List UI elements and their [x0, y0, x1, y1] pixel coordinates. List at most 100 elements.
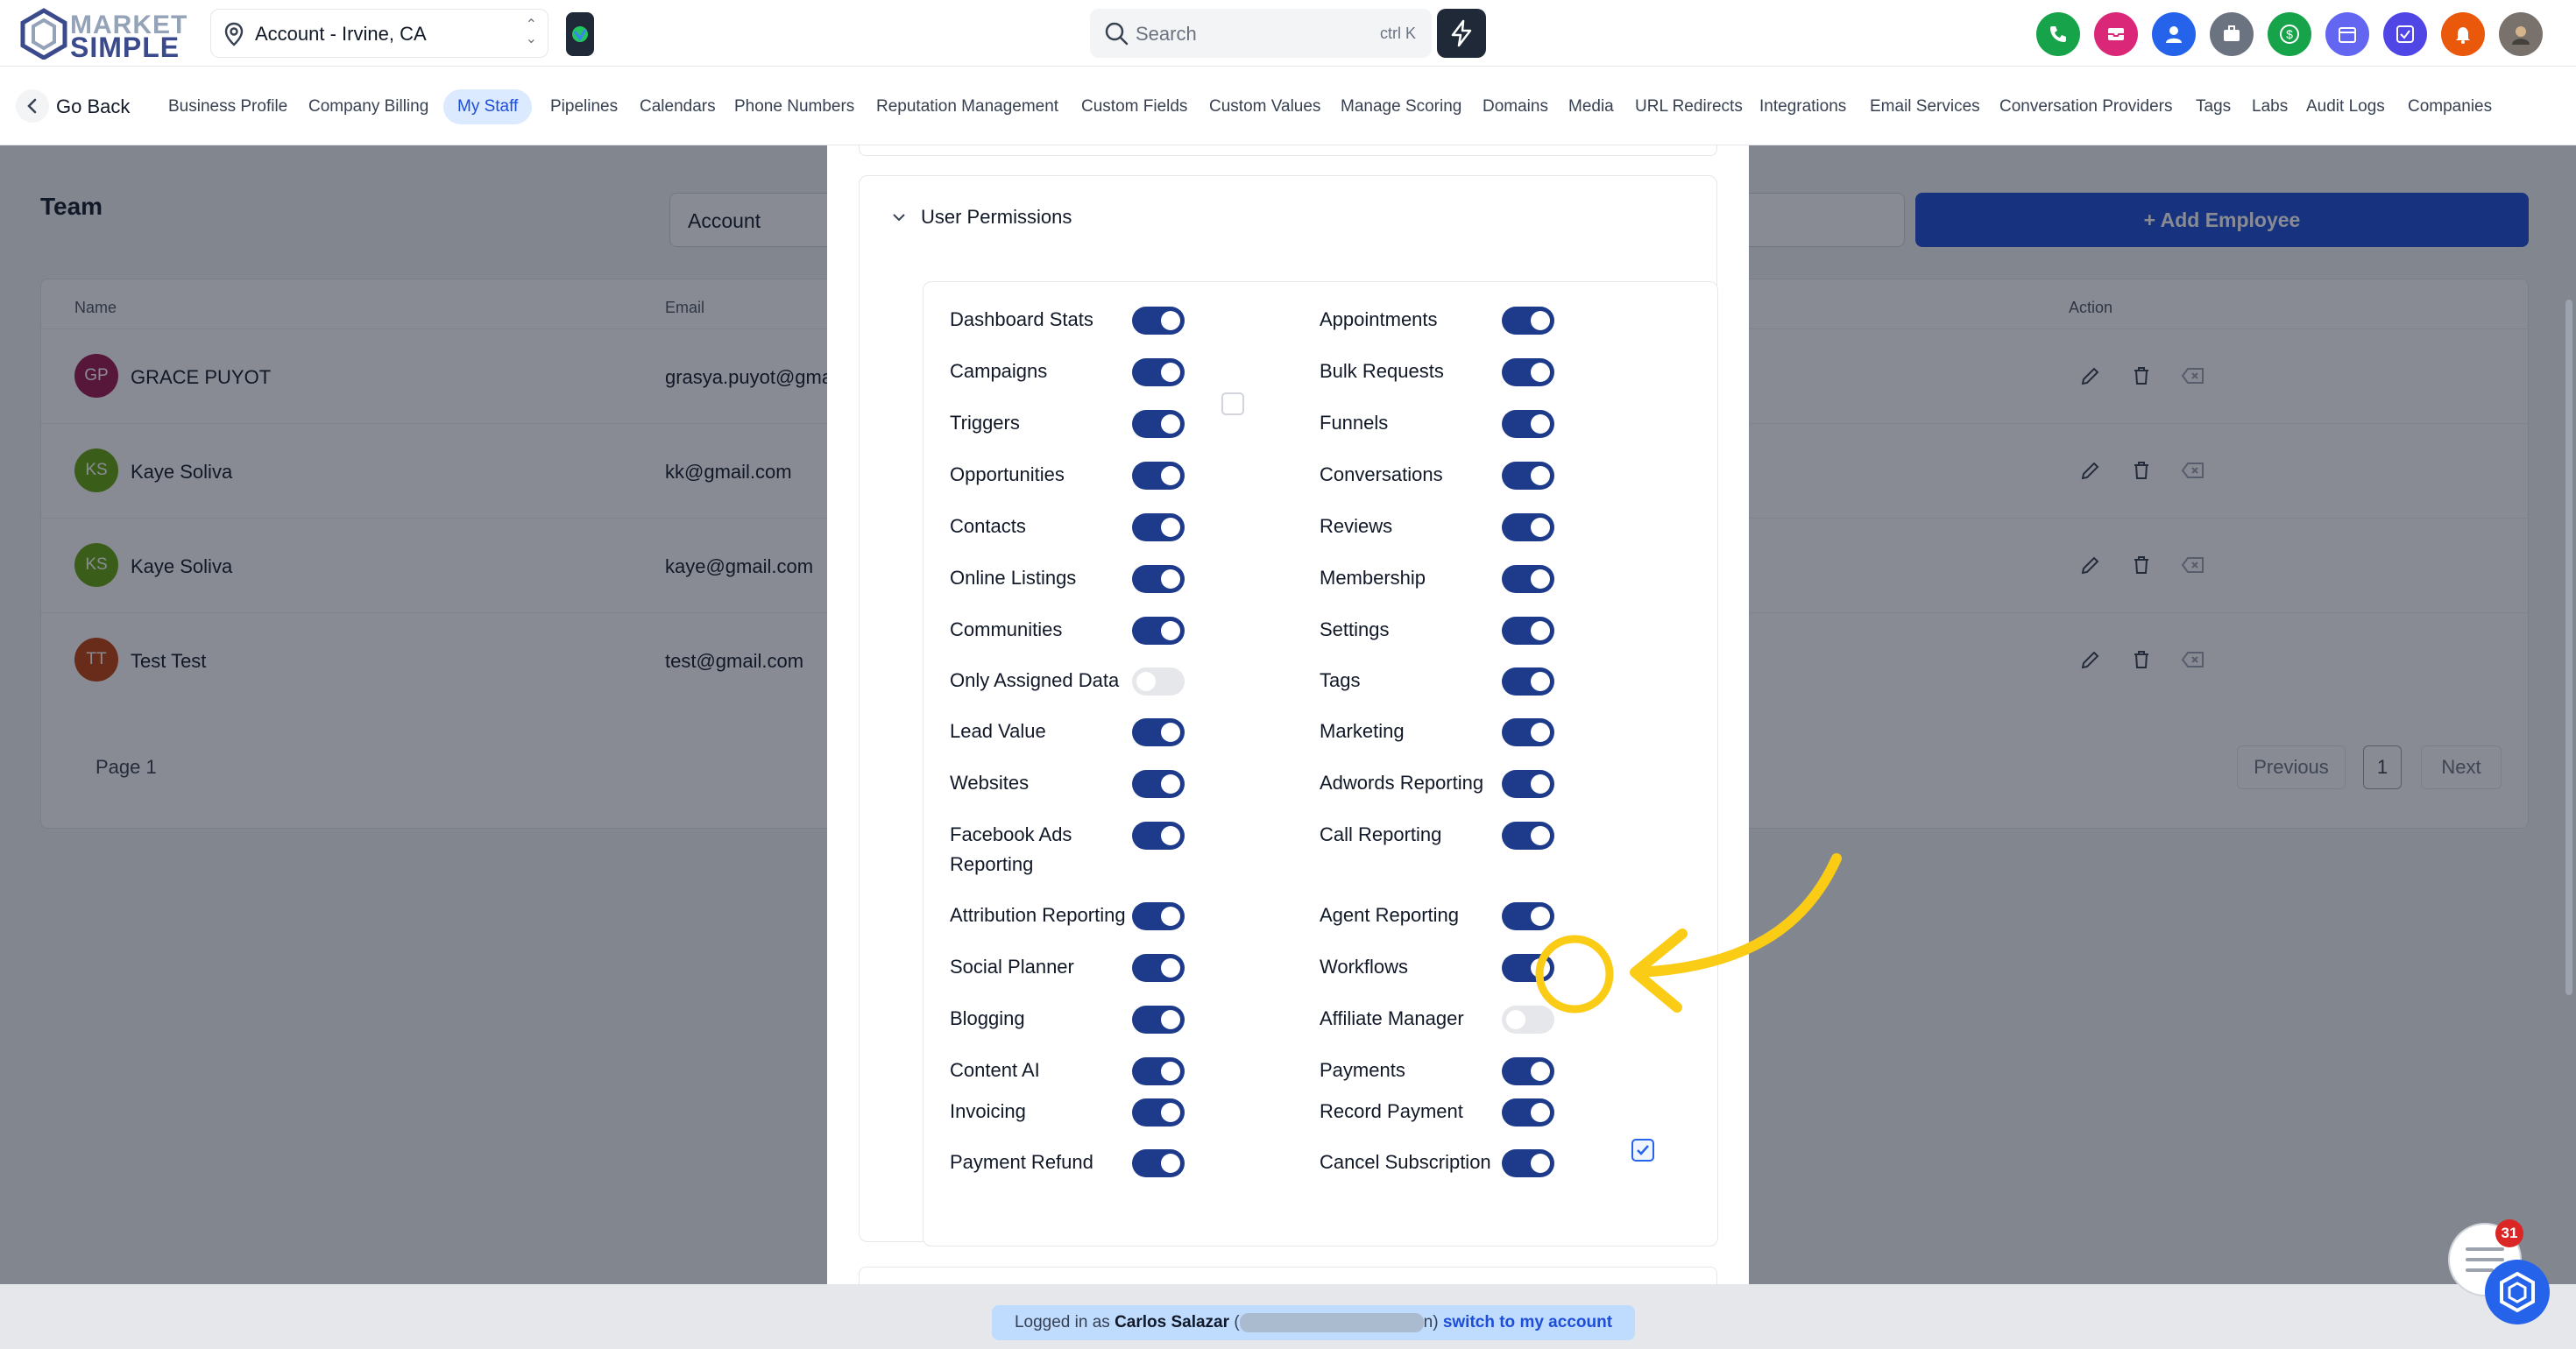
permission-toggle-social-planner[interactable]	[1132, 954, 1185, 982]
tab-custom-fields[interactable]: Custom Fields	[1067, 89, 1201, 124]
permission-toggle-invoicing[interactable]	[1132, 1098, 1185, 1127]
permission-label-communities: Communities	[950, 618, 1063, 640]
permission-toggle-adwords-reporting[interactable]	[1502, 770, 1554, 798]
permission-toggle-dashboard-stats[interactable]	[1132, 307, 1185, 335]
permission-toggle-contacts[interactable]	[1132, 513, 1185, 541]
permission-label-invoicing: Invoicing	[950, 1100, 1026, 1122]
dollar-icon[interactable]: $	[2268, 12, 2311, 56]
settings-nav: Go Back Business Profile Company Billing…	[0, 67, 2576, 145]
tab-domains[interactable]: Domains	[1468, 89, 1562, 124]
permission-toggle-marketing[interactable]	[1502, 718, 1554, 746]
permission-label-conversations: Conversations	[1320, 463, 1443, 485]
permission-label-record-payment: Record Payment	[1320, 1100, 1463, 1122]
permission-toggle-facebook-ads-reporting[interactable]	[1132, 822, 1185, 850]
tab-manage-scoring[interactable]: Manage Scoring	[1327, 89, 1476, 124]
logged-in-user: Carlos Salazar	[1115, 1313, 1230, 1331]
tab-url-redirects[interactable]: URL Redirects	[1621, 89, 1757, 124]
bell-icon[interactable]	[2441, 12, 2485, 56]
permission-toggle-content-ai[interactable]	[1132, 1057, 1185, 1085]
switch-account-link[interactable]: switch to my account	[1443, 1313, 1612, 1331]
logged-in-open: (	[1234, 1313, 1240, 1331]
permission-label-lead-value: Lead Value	[950, 720, 1046, 742]
permission-label-appointments: Appointments	[1320, 308, 1438, 330]
permission-toggle-settings[interactable]	[1502, 617, 1554, 645]
permission-toggle-communities[interactable]	[1132, 617, 1185, 645]
user-avatar[interactable]	[2499, 12, 2543, 56]
permission-label-workflows: Workflows	[1320, 956, 1409, 978]
tab-conversation-providers[interactable]: Conversation Providers	[1985, 89, 2186, 124]
search-bar[interactable]: Search ctrl K	[1090, 9, 1432, 58]
permission-label-affiliate-manager: Affiliate Manager	[1320, 1007, 1464, 1029]
app-launcher-icon[interactable]	[566, 12, 594, 56]
tab-media[interactable]: Media	[1554, 89, 1628, 124]
permission-label-cancel-subscription: Cancel Subscription	[1320, 1151, 1491, 1173]
tab-pipelines[interactable]: Pipelines	[536, 89, 632, 124]
chevron-left-icon	[16, 89, 49, 123]
tab-my-staff[interactable]: My Staff	[443, 89, 533, 124]
permission-toggle-campaigns[interactable]	[1132, 358, 1185, 386]
tab-companies[interactable]: Companies	[2394, 89, 2506, 124]
chevron-down-icon	[893, 214, 905, 222]
permission-toggle-cancel-subscription[interactable]	[1502, 1149, 1554, 1177]
tab-integrations[interactable]: Integrations	[1745, 89, 1860, 124]
permission-toggle-blogging[interactable]	[1132, 1006, 1185, 1034]
permission-toggle-tags[interactable]	[1502, 667, 1554, 696]
permission-toggle-websites[interactable]	[1132, 770, 1185, 798]
contacts-icon[interactable]	[2152, 12, 2196, 56]
permission-label-blogging: Blogging	[950, 1007, 1025, 1029]
permission-toggle-affiliate-manager[interactable]	[1502, 1006, 1554, 1034]
chevron-updown-icon: ⌃ ⌄	[525, 18, 537, 46]
permission-toggle-funnels[interactable]	[1502, 410, 1554, 438]
top-bar: MARKET SIMPLE Account - Irvine, CA ⌃ ⌄ Se…	[0, 0, 2576, 67]
logged-in-banner: Logged in as Carlos Salazar (n) switch t…	[992, 1305, 1635, 1340]
tab-tags[interactable]: Tags	[2182, 89, 2245, 124]
account-switcher[interactable]: Account - Irvine, CA ⌃ ⌄	[210, 9, 548, 58]
page-scrollbar[interactable]	[2565, 300, 2572, 995]
permission-toggle-workflows[interactable]	[1502, 954, 1554, 982]
campaigns-checkbox[interactable]	[1221, 392, 1244, 415]
permission-toggle-bulk-requests[interactable]	[1502, 358, 1554, 386]
permission-toggle-lead-value[interactable]	[1132, 718, 1185, 746]
svg-text:$: $	[2286, 27, 2293, 41]
tab-custom-values[interactable]: Custom Values	[1195, 89, 1334, 124]
permission-toggle-triggers[interactable]	[1132, 410, 1185, 438]
permission-toggle-payment-refund[interactable]	[1132, 1149, 1185, 1177]
tab-calendars[interactable]: Calendars	[626, 89, 730, 124]
permission-toggle-only-assigned-data[interactable]	[1132, 667, 1185, 696]
permission-label-dashboard-stats: Dashboard Stats	[950, 308, 1093, 330]
workflows-checkbox[interactable]	[1631, 1139, 1654, 1162]
edit-employee-modal: User Permissions Dashboard Stats Campaign…	[827, 145, 1749, 1293]
tasks-icon[interactable]	[2383, 12, 2427, 56]
permission-toggle-call-reporting[interactable]	[1502, 822, 1554, 850]
market-simple-logo[interactable]: MARKET SIMPLE	[18, 5, 193, 63]
inbox-icon[interactable]	[2094, 12, 2138, 56]
tab-email-services[interactable]: Email Services	[1856, 89, 1994, 124]
chat-logo-icon[interactable]	[2485, 1260, 2550, 1324]
permission-toggle-record-payment[interactable]	[1502, 1098, 1554, 1127]
permission-toggle-attribution-reporting[interactable]	[1132, 902, 1185, 930]
permission-toggle-online-listings[interactable]	[1132, 565, 1185, 593]
tab-audit-logs[interactable]: Audit Logs	[2292, 89, 2399, 124]
permission-label-reviews: Reviews	[1320, 515, 1393, 537]
tab-phone-numbers[interactable]: Phone Numbers	[720, 89, 868, 124]
permission-label-facebook-ads-reporting: Facebook Ads Reporting	[950, 823, 1072, 875]
tab-company-billing[interactable]: Company Billing	[294, 89, 442, 124]
permission-toggle-opportunities[interactable]	[1132, 462, 1185, 490]
permission-toggle-conversations[interactable]	[1502, 462, 1554, 490]
calendar-icon[interactable]	[2325, 12, 2369, 56]
briefcase-icon[interactable]	[2210, 12, 2254, 56]
chat-notification-badge: 31	[2495, 1219, 2523, 1247]
permission-toggle-agent-reporting[interactable]	[1502, 902, 1554, 930]
quick-actions-button[interactable]	[1437, 9, 1486, 58]
permission-toggle-membership[interactable]	[1502, 565, 1554, 593]
permission-label-attribution-reporting: Attribution Reporting	[950, 904, 1126, 926]
tab-reputation-management[interactable]: Reputation Management	[862, 89, 1072, 124]
permission-toggle-reviews[interactable]	[1502, 513, 1554, 541]
impersonation-bar: Logged in as Carlos Salazar (n) switch t…	[0, 1284, 2576, 1349]
permission-toggle-appointments[interactable]	[1502, 307, 1554, 335]
phone-icon[interactable]	[2036, 12, 2080, 56]
tab-business-profile[interactable]: Business Profile	[154, 89, 301, 124]
search-icon	[1105, 22, 1129, 46]
permission-toggle-payments[interactable]	[1502, 1057, 1554, 1085]
permission-label-adwords-reporting: Adwords Reporting	[1320, 772, 1484, 794]
